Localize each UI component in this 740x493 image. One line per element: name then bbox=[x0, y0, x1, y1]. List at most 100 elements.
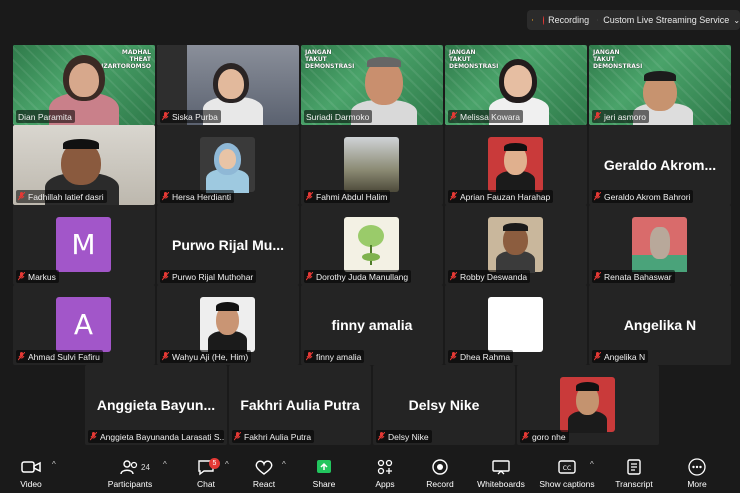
record-icon bbox=[432, 459, 448, 475]
participant-tile[interactable]: Angelika N Angelika N bbox=[589, 285, 731, 365]
profile-photo bbox=[560, 377, 615, 433]
participant-tile[interactable]: MADHAL THEAT IZARTOROMSO Dian Paramita bbox=[13, 45, 155, 125]
participant-tile[interactable]: goro nhe bbox=[517, 365, 659, 445]
captions-button[interactable]: CC Show captions bbox=[537, 458, 597, 489]
gallery-grid: MADHAL THEAT IZARTOROMSO Dian Paramita S… bbox=[13, 45, 731, 446]
record-button[interactable]: Record bbox=[410, 458, 470, 489]
video-banner-text: MADHAL THEAT IZARTOROMSO bbox=[101, 49, 151, 70]
chat-options-chevron-icon[interactable]: ^ bbox=[225, 460, 229, 469]
video-banner-text: JANGAN TAKUT DEMONSTRASI bbox=[593, 49, 643, 70]
participant-name-tag: Wahyu Aji (He, Him) bbox=[160, 350, 252, 363]
mic-muted-icon bbox=[306, 352, 313, 361]
participant-name-tag: Angelika N bbox=[592, 350, 649, 363]
participant-tile[interactable]: M Markus bbox=[13, 205, 155, 285]
participant-tile[interactable]: Dhea Rahma bbox=[445, 285, 587, 365]
avatar-initial: A bbox=[73, 308, 94, 341]
participant-tile[interactable]: Purwo Rijal Mu... Purwo Rijal Muthohar bbox=[157, 205, 299, 285]
mic-muted-icon bbox=[594, 112, 601, 121]
mic-muted-icon bbox=[18, 192, 25, 201]
profile-photo bbox=[344, 137, 399, 192]
participant-tile[interactable]: JANGAN TAKUT DEMONSTRASI Melissa Kowara bbox=[445, 45, 587, 125]
participant-tile[interactable]: Aprian Fauzan Harahap bbox=[445, 125, 587, 205]
participant-name-tag: finny amalia bbox=[304, 350, 365, 363]
mic-muted-icon bbox=[378, 432, 385, 441]
captions-icon: CC bbox=[558, 460, 576, 474]
participant-tile[interactable]: JANGAN TAKUT DEMONSTRASI Suriadi Darmoko bbox=[301, 45, 443, 125]
chat-unread-badge: 5 bbox=[209, 458, 220, 469]
participant-tile[interactable]: Robby Deswanda bbox=[445, 205, 587, 285]
participant-tile[interactable]: Anggieta Bayun... Anggieta Bayunanda Lar… bbox=[85, 365, 227, 445]
mic-muted-icon bbox=[162, 192, 169, 201]
participant-name-tag: Fahmi Abdul Halim bbox=[304, 190, 391, 203]
profile-photo bbox=[488, 217, 543, 273]
captions-options-chevron-icon[interactable]: ^ bbox=[590, 460, 594, 469]
participant-tile[interactable]: Renata Bahaswar bbox=[589, 205, 731, 285]
participant-name-tag: Markus bbox=[16, 270, 59, 283]
avatar: M bbox=[56, 217, 111, 272]
video-banner-text: JANGAN TAKUT DEMONSTRASI bbox=[305, 49, 355, 70]
participant-name-tag: Robby Deswanda bbox=[448, 270, 531, 283]
apps-button[interactable]: Apps bbox=[355, 458, 415, 489]
stream-label: Custom Live Streaming Service bbox=[603, 15, 730, 25]
participant-tile[interactable]: JANGAN TAKUT DEMONSTRASI jeri asmoro bbox=[589, 45, 731, 125]
participant-tile[interactable]: Wahyu Aji (He, Him) bbox=[157, 285, 299, 365]
participant-name-tag: goro nhe bbox=[520, 430, 569, 443]
participants-count: 24 bbox=[141, 463, 150, 472]
avatar-initial: M bbox=[71, 228, 96, 261]
participants-button[interactable]: Participants bbox=[100, 458, 160, 489]
participant-name-tag: Purwo Rijal Muthohar bbox=[160, 270, 257, 283]
heart-icon bbox=[255, 460, 273, 475]
profile-photo bbox=[200, 297, 255, 353]
participant-name-tag: Geraldo Akrom Bahrori bbox=[592, 190, 694, 203]
mic-muted-icon bbox=[162, 352, 169, 361]
mic-muted-icon bbox=[162, 272, 169, 281]
profile-photo bbox=[344, 217, 399, 272]
mic-muted-icon bbox=[594, 272, 601, 281]
participant-name-tag: Dian Paramita bbox=[16, 110, 75, 123]
participant-tile[interactable]: Delsy Nike Delsy Nike bbox=[373, 365, 515, 445]
whiteboard-icon bbox=[492, 460, 510, 475]
share-screen-icon bbox=[317, 460, 331, 473]
transcript-button[interactable]: Transcript bbox=[604, 458, 664, 489]
participant-name-tag: Renata Bahaswar bbox=[592, 270, 675, 283]
participant-tile[interactable]: Dorothy Juda Manullang bbox=[301, 205, 443, 285]
participant-tile[interactable]: Geraldo Akrom... Geraldo Akrom Bahrori bbox=[589, 125, 731, 205]
transcript-icon bbox=[627, 459, 641, 475]
shield-icon bbox=[532, 19, 534, 21]
participant-tile[interactable]: finny amalia finny amalia bbox=[301, 285, 443, 365]
mic-muted-icon bbox=[18, 352, 25, 361]
whiteboards-button[interactable]: Whiteboards bbox=[471, 458, 531, 489]
participant-tile[interactable]: Fadhillah latief dasri bbox=[13, 125, 155, 205]
participant-name-tag: Dorothy Juda Manullang bbox=[304, 270, 412, 283]
participant-tile[interactable]: Siska Purba bbox=[157, 45, 299, 125]
mic-muted-icon bbox=[162, 112, 169, 121]
mic-muted-icon bbox=[18, 272, 25, 281]
participants-options-chevron-icon[interactable]: ^ bbox=[163, 460, 167, 469]
participant-name-tag: Fadhillah latief dasri bbox=[16, 190, 107, 203]
recording-status[interactable]: Recording Custom Live Streaming Service … bbox=[527, 10, 740, 30]
recording-dot-icon bbox=[543, 15, 545, 25]
participant-tile[interactable]: Fahmi Abdul Halim bbox=[301, 125, 443, 205]
mic-muted-icon bbox=[594, 352, 601, 361]
mic-muted-icon bbox=[594, 192, 601, 201]
mic-muted-icon bbox=[450, 112, 457, 121]
participant-name-tag: Fakhri Aulia Putra bbox=[232, 430, 315, 443]
participant-name-tag: Aprian Fauzan Harahap bbox=[448, 190, 554, 203]
profile-photo bbox=[200, 137, 255, 193]
participant-tile[interactable]: Hersa Herdianti bbox=[157, 125, 299, 205]
meeting-top-bar: Recording Custom Live Streaming Service … bbox=[0, 0, 740, 42]
video-banner-text: JANGAN TAKUT DEMONSTRASI bbox=[449, 49, 499, 70]
participant-tile[interactable]: Fakhri Aulia Putra Fakhri Aulia Putra bbox=[229, 365, 371, 445]
participant-name-tag: jeri asmoro bbox=[592, 110, 650, 123]
participant-name-tag: Hersa Herdianti bbox=[160, 190, 235, 203]
video-options-chevron-icon[interactable]: ^ bbox=[52, 460, 56, 469]
mic-muted-icon bbox=[450, 272, 457, 281]
more-button[interactable]: More bbox=[667, 458, 727, 489]
mic-muted-icon bbox=[234, 432, 241, 441]
mic-muted-icon bbox=[306, 272, 313, 281]
chevron-down-icon[interactable]: ⌄ bbox=[733, 16, 740, 25]
participant-name-tag: Anggieta Bayunanda Larasati S... bbox=[88, 430, 224, 443]
share-button[interactable]: Share bbox=[294, 458, 354, 489]
participant-tile[interactable]: A Ahmad Sulvi Fafiru bbox=[13, 285, 155, 365]
react-options-chevron-icon[interactable]: ^ bbox=[282, 460, 286, 469]
